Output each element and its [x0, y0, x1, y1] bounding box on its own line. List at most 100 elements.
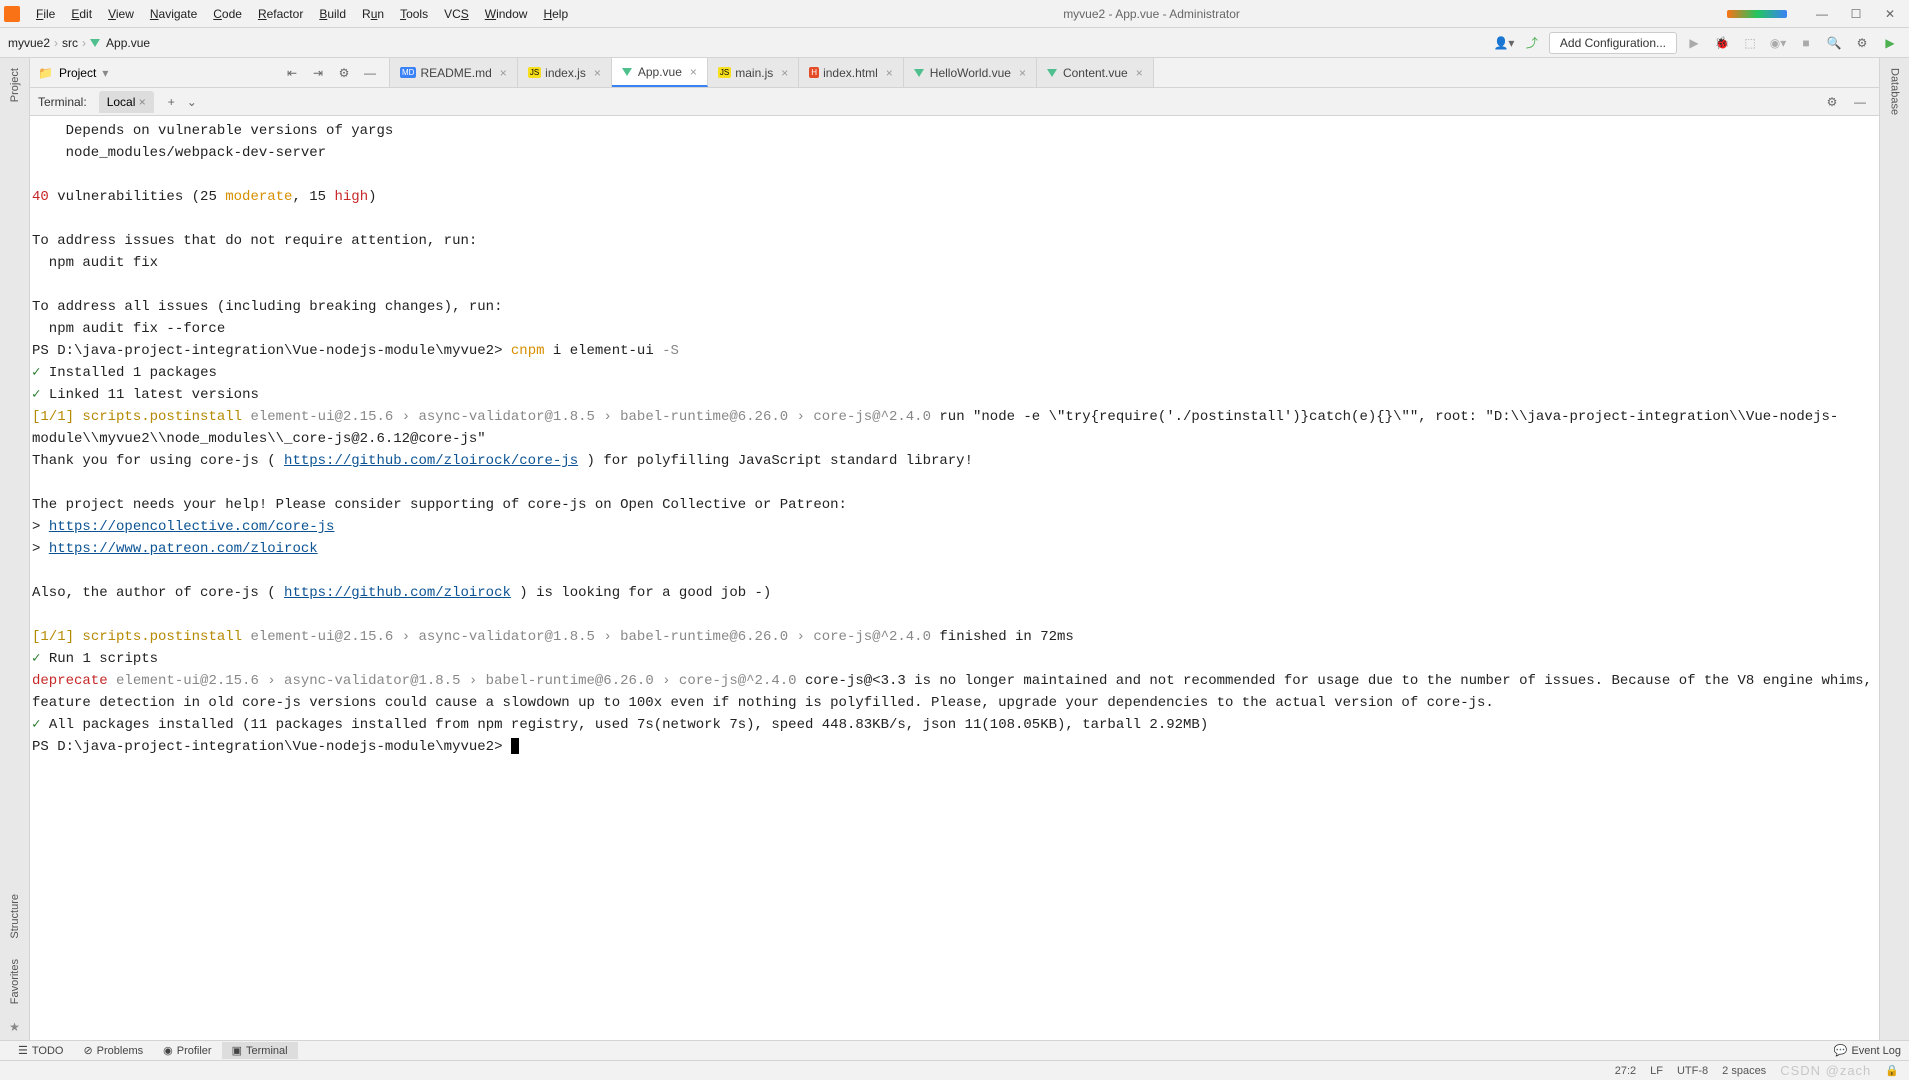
- vue-icon: [622, 68, 632, 76]
- stop-icon[interactable]: ■: [1795, 32, 1817, 54]
- coverage-icon[interactable]: ⬚: [1739, 32, 1761, 54]
- terminal-tab-local[interactable]: Local ×: [99, 91, 154, 113]
- close-icon[interactable]: ×: [500, 66, 507, 80]
- todo-icon: ☰: [18, 1044, 28, 1057]
- sidebar-item-structure[interactable]: Structure: [7, 884, 23, 949]
- terminal-add-tab[interactable]: +: [162, 95, 181, 109]
- tab-appvue[interactable]: App.vue×: [612, 58, 708, 87]
- status-position[interactable]: 27:2: [1615, 1065, 1636, 1077]
- breadcrumb-folder[interactable]: src: [62, 36, 78, 50]
- run-anything-icon[interactable]: ▶: [1879, 32, 1901, 54]
- tab-readme[interactable]: MDREADME.md×: [390, 58, 518, 87]
- vue-icon: [1047, 69, 1057, 77]
- menu-navigate[interactable]: Navigate: [142, 3, 205, 25]
- star-icon[interactable]: ★: [3, 1014, 26, 1040]
- close-icon[interactable]: ×: [1136, 66, 1143, 80]
- menu-window[interactable]: Window: [477, 3, 536, 25]
- run-icon[interactable]: ▶: [1683, 32, 1705, 54]
- expand-icon[interactable]: ⇤: [281, 62, 303, 84]
- terminal-output[interactable]: Depends on vulnerable versions of yargs …: [30, 116, 1879, 1040]
- sidebar-item-project[interactable]: Project: [7, 58, 23, 112]
- markdown-icon: MD: [400, 67, 416, 78]
- link-opencollective[interactable]: https://opencollective.com/core-js: [49, 519, 335, 535]
- close-button[interactable]: ✕: [1875, 4, 1905, 24]
- menu-build[interactable]: Build: [311, 3, 354, 25]
- collapse-icon[interactable]: ⇥: [307, 62, 329, 84]
- chevron-down-icon: ▾: [102, 66, 108, 80]
- problems-icon: ⊘: [83, 1044, 92, 1057]
- search-icon[interactable]: 🔍: [1823, 32, 1845, 54]
- link-corejs[interactable]: https://github.com/zloirock/core-js: [284, 453, 578, 469]
- watermark: CSDN @zach: [1780, 1063, 1871, 1078]
- gear-icon[interactable]: ⚙: [1821, 91, 1843, 113]
- cursor: [511, 738, 519, 754]
- close-icon[interactable]: ×: [139, 95, 146, 109]
- tab-indexjs[interactable]: JSindex.js×: [518, 58, 612, 87]
- menu-tools[interactable]: Tools: [392, 3, 436, 25]
- hide-icon[interactable]: —: [359, 62, 381, 84]
- menu-code[interactable]: Code: [205, 3, 250, 25]
- js-icon: JS: [718, 67, 731, 78]
- tab-problems[interactable]: ⊘Problems: [73, 1042, 153, 1059]
- tab-helloworld[interactable]: HelloWorld.vue×: [904, 58, 1037, 87]
- tab-todo[interactable]: ☰TODO: [8, 1042, 73, 1059]
- status-line-ending[interactable]: LF: [1650, 1065, 1663, 1077]
- hide-icon[interactable]: —: [1849, 91, 1871, 113]
- tab-indexhtml[interactable]: Hindex.html×: [799, 58, 904, 87]
- breadcrumb-file[interactable]: App.vue: [106, 36, 150, 50]
- close-icon[interactable]: ×: [781, 66, 788, 80]
- sidebar-item-favorites[interactable]: Favorites: [7, 949, 23, 1014]
- close-icon[interactable]: ×: [594, 66, 601, 80]
- app-icon: [4, 6, 20, 22]
- js-icon: JS: [528, 67, 541, 78]
- terminal-icon: ▣: [232, 1044, 242, 1057]
- menu-refactor[interactable]: Refactor: [250, 3, 311, 25]
- gear-icon[interactable]: ⚙: [333, 62, 355, 84]
- html-icon: H: [809, 67, 819, 78]
- settings-icon[interactable]: ⚙: [1851, 32, 1873, 54]
- profile-icon[interactable]: ◉▾: [1767, 32, 1789, 54]
- editor-tabs: MDREADME.md× JSindex.js× App.vue× JSmain…: [390, 58, 1909, 87]
- memory-indicator[interactable]: [1727, 10, 1787, 18]
- breadcrumb-project[interactable]: myvue2: [8, 36, 50, 50]
- right-tool-stripe: Database: [1879, 58, 1909, 1040]
- link-author[interactable]: https://github.com/zloirock: [284, 585, 511, 601]
- tab-content[interactable]: Content.vue×: [1037, 58, 1154, 87]
- menu-run[interactable]: Run: [354, 3, 392, 25]
- event-log-button[interactable]: 💬Event Log: [1834, 1044, 1901, 1057]
- tab-profiler[interactable]: ◉Profiler: [153, 1042, 221, 1059]
- maximize-button[interactable]: ☐: [1841, 4, 1871, 24]
- status-indent[interactable]: 2 spaces: [1722, 1065, 1766, 1077]
- sidebar-item-database[interactable]: Database: [1887, 58, 1903, 125]
- menu-view[interactable]: View: [100, 3, 142, 25]
- user-icon[interactable]: 👤▾: [1493, 32, 1515, 54]
- tab-mainjs[interactable]: JSmain.js×: [708, 58, 799, 87]
- close-icon[interactable]: ×: [690, 65, 697, 79]
- status-encoding[interactable]: UTF-8: [1677, 1065, 1708, 1077]
- window-title: myvue2 - App.vue - Administrator: [576, 7, 1727, 21]
- close-icon[interactable]: ×: [1019, 66, 1026, 80]
- menu-vcs[interactable]: VCS: [436, 3, 477, 25]
- tab-terminal[interactable]: ▣Terminal: [222, 1042, 298, 1059]
- chevron-down-icon[interactable]: ⌄: [181, 95, 203, 109]
- menu-help[interactable]: Help: [535, 3, 576, 25]
- debug-icon[interactable]: 🐞: [1711, 32, 1733, 54]
- breadcrumb-sep: ›: [82, 36, 86, 50]
- project-dropdown[interactable]: 📁 Project ▾ ⇤ ⇥ ⚙ —: [30, 58, 390, 87]
- tabs-row: 📁 Project ▾ ⇤ ⇥ ⚙ — MDREADME.md× JSindex…: [0, 58, 1909, 88]
- folder-icon: 📁: [38, 66, 53, 80]
- status-bar: 27:2 LF UTF-8 2 spaces CSDN @zach 🔒: [0, 1060, 1909, 1080]
- profiler-icon: ◉: [163, 1044, 173, 1057]
- navigation-row: myvue2 › src › App.vue 👤▾ ⤴ Add Configur…: [0, 28, 1909, 58]
- menu-file[interactable]: File: [28, 3, 63, 25]
- lock-icon[interactable]: 🔒: [1885, 1064, 1899, 1077]
- build-icon[interactable]: ⤴: [1521, 32, 1543, 54]
- breadcrumb-sep: ›: [54, 36, 58, 50]
- close-icon[interactable]: ×: [886, 66, 893, 80]
- menu-edit[interactable]: Edit: [63, 3, 100, 25]
- link-patreon[interactable]: https://www.patreon.com/zloirock: [49, 541, 318, 557]
- minimize-button[interactable]: —: [1807, 4, 1837, 24]
- title-bar: File Edit View Navigate Code Refactor Bu…: [0, 0, 1909, 28]
- add-configuration-button[interactable]: Add Configuration...: [1549, 32, 1677, 54]
- event-log-icon: 💬: [1834, 1044, 1848, 1057]
